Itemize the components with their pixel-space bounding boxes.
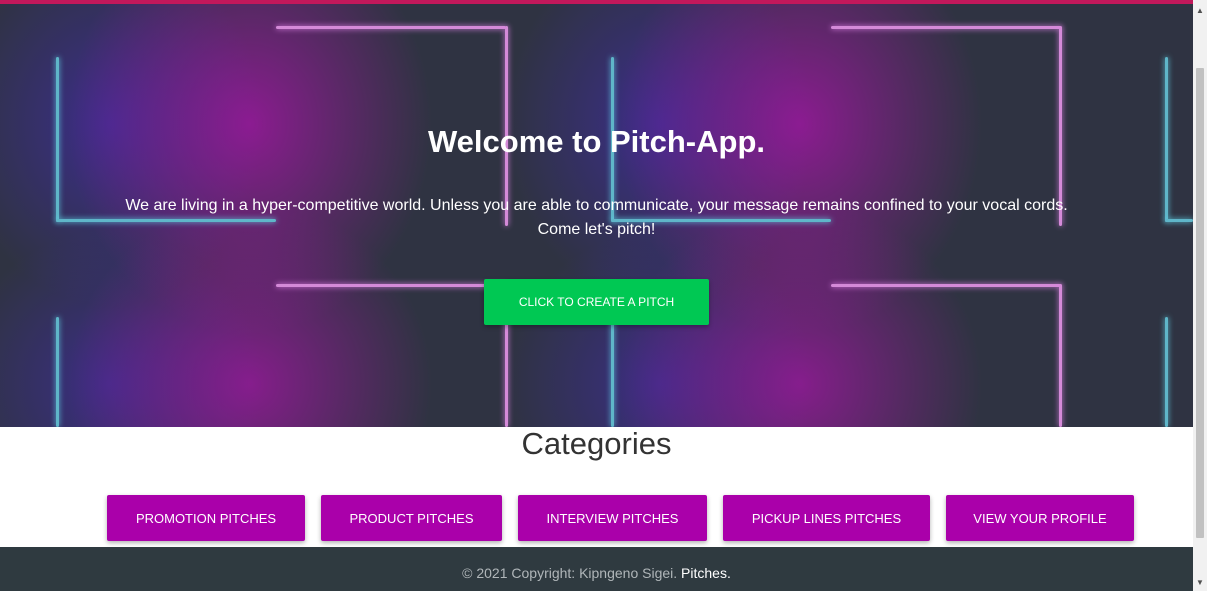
neon-line	[1165, 317, 1168, 427]
scroll-thumb[interactable]	[1196, 68, 1204, 538]
neon-line	[831, 26, 1061, 29]
neon-line	[831, 284, 1061, 287]
product-pitches-button[interactable]: Product Pitches	[321, 495, 502, 541]
hero-banner: Welcome to Pitch-App. We are living in a…	[0, 4, 1193, 427]
categories-heading: Categories	[521, 426, 672, 461]
footer-pitches-link[interactable]: Pitches.	[681, 565, 731, 581]
vertical-scrollbar[interactable]: ▲ ▼	[1193, 0, 1207, 591]
hero-title: Welcome to Pitch-App.	[427, 124, 765, 159]
promotion-pitches-button[interactable]: Promotion Pitches	[107, 495, 305, 541]
hero-description-line: Come let's pitch!	[537, 221, 656, 238]
neon-line	[276, 26, 506, 29]
pickup-lines-pitches-button[interactable]: Pickup Lines Pitches	[723, 495, 930, 541]
view-profile-button[interactable]: View your profile	[946, 495, 1134, 541]
footer-copyright: © 2021 Copyright: Kipngeno Sigei.	[462, 565, 678, 581]
create-pitch-button[interactable]: Click to create a pitch	[484, 279, 709, 325]
scroll-down-arrow-icon[interactable]: ▼	[1193, 576, 1207, 590]
scroll-up-arrow-icon[interactable]: ▲	[1193, 4, 1207, 18]
interview-pitches-button[interactable]: Interview Pitches	[518, 495, 707, 541]
neon-line	[276, 284, 506, 287]
neon-line	[611, 317, 614, 427]
neon-line	[1059, 284, 1062, 427]
hero-description-line: We are living in a hyper-competitive wor…	[125, 197, 1068, 214]
hero-description: We are living in a hyper-competitive wor…	[0, 194, 1193, 242]
footer: © 2021 Copyright: Kipngeno Sigei. Pitche…	[0, 547, 1193, 591]
neon-line	[56, 317, 59, 427]
